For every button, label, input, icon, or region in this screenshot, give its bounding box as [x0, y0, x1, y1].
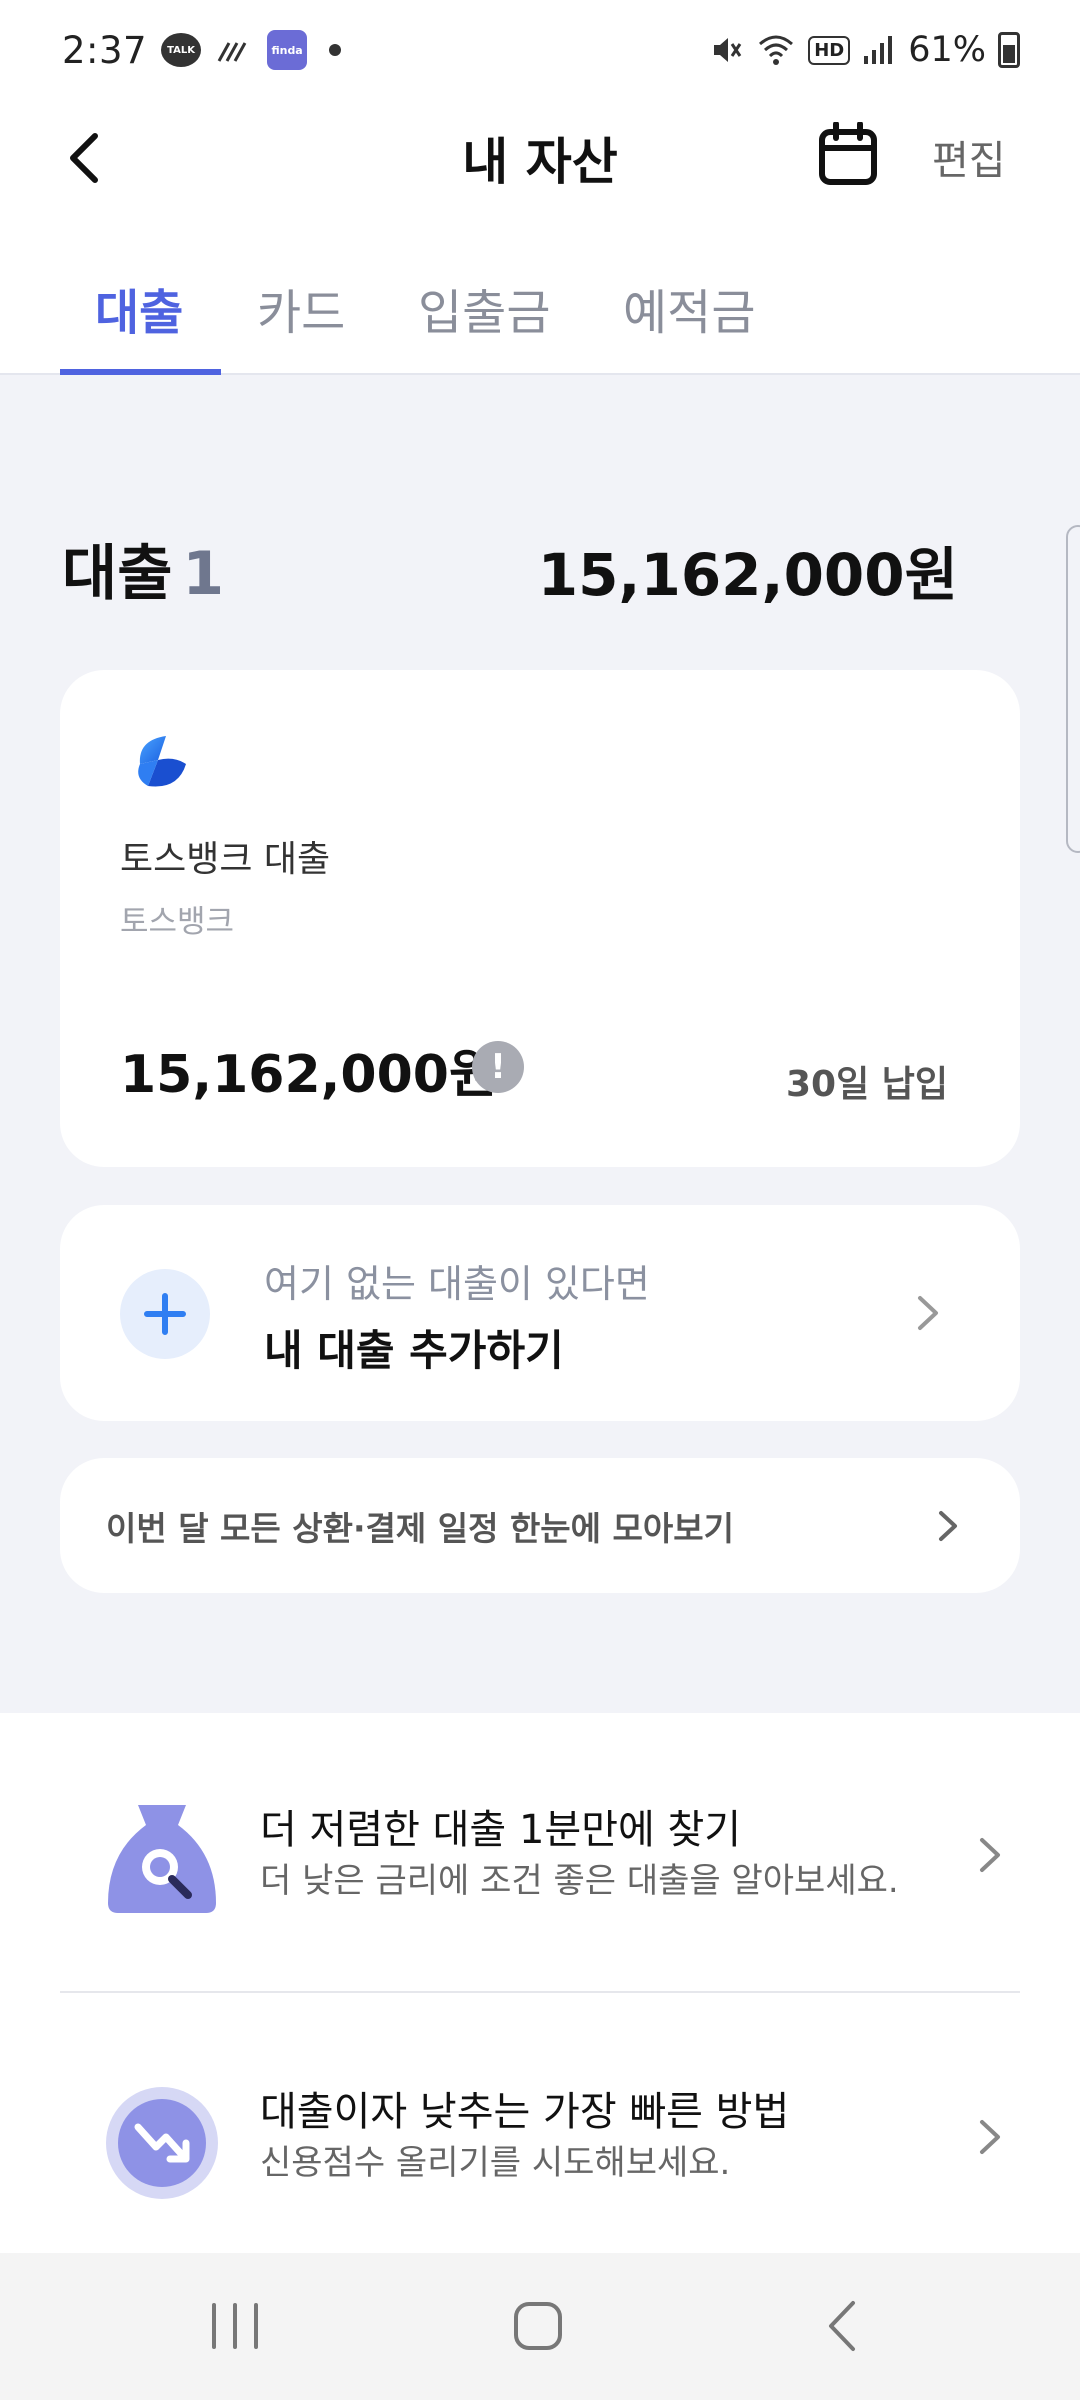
loan-card[interactable]: 토스뱅크 대출 토스뱅크 15,162,000원 ! 30일 납입 — [60, 670, 1020, 1167]
status-right: HD 61% — [708, 30, 1020, 70]
asset-tabs: 대출 카드 입출금 예적금 — [0, 215, 1080, 375]
promo-title: 더 저렴한 대출 1분만에 찾기 — [260, 1807, 742, 1853]
notification-dot-icon — [329, 44, 342, 56]
promo-cheaper-loan[interactable]: 더 저렴한 대출 1분만에 찾기 더 낮은 금리에 조건 좋은 대출을 알아보세… — [0, 1783, 1080, 1983]
promo-description: 더 낮은 금리에 조건 좋은 대출을 알아보세요. — [260, 1861, 899, 1901]
kakaotalk-icon: TALK — [161, 33, 202, 67]
money-bag-search-icon — [108, 1805, 216, 1913]
loan-amount: 15,162,000원 — [120, 1045, 497, 1105]
chevron-right-icon — [970, 2117, 1010, 2157]
toss-bank-logo-icon — [138, 736, 186, 787]
tab-card[interactable]: 카드 — [257, 273, 345, 343]
recents-button[interactable] — [200, 2291, 270, 2361]
calendar-icon — [819, 121, 877, 185]
add-loan-card[interactable]: 여기 없는 대출이 있다면 내 대출 추가하기 — [60, 1205, 1020, 1421]
promo-description: 신용점수 올리기를 시도해보세요. — [260, 2143, 731, 2183]
wifi-icon — [756, 32, 796, 68]
cell-signal-icon — [862, 34, 896, 66]
calendar-button[interactable] — [816, 121, 880, 188]
plus-icon — [120, 1269, 210, 1359]
recents-icon — [212, 2303, 258, 2349]
active-tab-indicator — [60, 369, 221, 375]
divider — [60, 1991, 1020, 1993]
loan-product-name: 토스뱅크 대출 — [120, 839, 331, 880]
signal-app-icon — [215, 35, 253, 65]
add-loan-subtitle: 여기 없는 대출이 있다면 — [264, 1262, 650, 1306]
loan-bank-name: 토스뱅크 — [120, 904, 235, 940]
add-loan-title: 내 대출 추가하기 — [264, 1326, 564, 1375]
status-left: 2:37 TALK finda — [62, 28, 342, 72]
home-button[interactable] — [503, 2291, 573, 2361]
back-arrow-icon — [829, 2301, 855, 2351]
schedule-overview-card[interactable]: 이번 달 모든 상환·결제 일정 한눈에 모아보기 — [60, 1458, 1020, 1593]
chevron-right-icon — [928, 1506, 968, 1546]
status-time: 2:37 — [62, 28, 148, 72]
tab-deposit-withdrawal[interactable]: 입출금 — [418, 273, 550, 343]
tab-loan[interactable]: 대출 — [95, 273, 183, 343]
exclamation-info-icon[interactable]: ! — [472, 1041, 524, 1093]
app-header: 내 자산 편집 — [0, 100, 1080, 215]
finda-app-icon: finda — [267, 30, 308, 70]
scroll-handle[interactable] — [1066, 525, 1080, 853]
page-title: 내 자산 — [462, 133, 618, 191]
loan-due-date: 30일 납입 — [786, 1064, 948, 1105]
loan-count: 1 — [182, 539, 225, 609]
promo-title: 대출이자 낮추는 가장 빠른 방법 — [260, 2089, 790, 2135]
tab-savings[interactable]: 예적금 — [623, 273, 755, 343]
system-navigation-bar — [0, 2253, 1080, 2400]
promo-lower-interest[interactable]: 대출이자 낮추는 가장 빠른 방법 신용점수 올리기를 시도해보세요. — [0, 2065, 1080, 2265]
home-icon — [514, 2302, 562, 2350]
schedule-overview-text: 이번 달 모든 상환·결제 일정 한눈에 모아보기 — [106, 1509, 734, 1548]
loan-total-amount: 15,162,000원 — [537, 541, 958, 609]
system-back-button[interactable] — [807, 2291, 877, 2361]
chevron-right-icon — [908, 1293, 948, 1333]
loan-section-heading: 대출 1 — [62, 525, 224, 612]
loan-section-label: 대출 — [62, 539, 173, 609]
edit-button[interactable]: 편집 — [932, 128, 1006, 186]
hd-icon: HD — [808, 35, 851, 65]
battery-percent: 61% — [908, 30, 986, 70]
trend-down-coin-icon — [106, 2087, 218, 2199]
chevron-right-icon — [970, 1835, 1010, 1875]
status-bar: 2:37 TALK finda HD 61% — [0, 0, 1080, 100]
mute-icon — [708, 32, 744, 68]
battery-icon — [998, 32, 1020, 68]
promo-section: 더 저렴한 대출 1분만에 찾기 더 낮은 금리에 조건 좋은 대출을 알아보세… — [0, 1713, 1080, 2253]
